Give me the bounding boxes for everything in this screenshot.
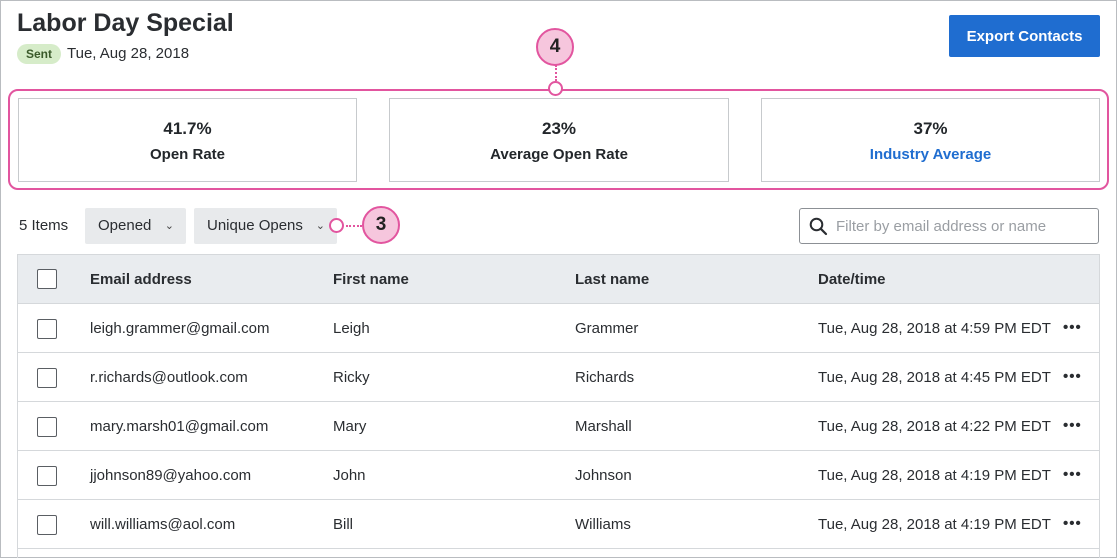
cell-date-time: Tue, Aug 28, 2018 at 4:19 PM EDT	[818, 467, 1051, 484]
cell-last-name: Marshall	[575, 418, 632, 435]
industry-average-link[interactable]: Industry Average	[762, 146, 1099, 163]
column-header-email[interactable]: Email address	[90, 271, 192, 288]
status-badge: Sent	[17, 44, 62, 64]
dropdown-label: Opened	[98, 217, 152, 234]
more-actions-icon[interactable]: •••	[1063, 466, 1082, 483]
stat-value: 37%	[913, 119, 948, 138]
cell-last-name: Williams	[575, 516, 631, 533]
table-row: mary.marsh01@gmail.com Mary Marshall Tue…	[18, 402, 1099, 451]
callout-connector	[555, 65, 557, 81]
opened-filter-dropdown[interactable]: Opened ⌄	[85, 208, 186, 244]
more-actions-icon[interactable]: •••	[1063, 319, 1082, 336]
more-actions-icon[interactable]: •••	[1063, 417, 1082, 434]
table-row: r.richards@outlook.com Ricky Richards Tu…	[18, 353, 1099, 402]
row-checkbox[interactable]	[37, 417, 57, 437]
cell-email: leigh.grammer@gmail.com	[90, 320, 270, 337]
more-actions-icon[interactable]: •••	[1063, 515, 1082, 532]
cell-email: mary.marsh01@gmail.com	[90, 418, 269, 435]
items-count: 5 Items	[19, 217, 69, 234]
cell-date-time: Tue, Aug 28, 2018 at 4:45 PM EDT	[818, 369, 1051, 386]
callout-connector	[346, 225, 362, 227]
column-header-date-time[interactable]: Date/time	[818, 271, 886, 288]
contacts-table: Email address First name Last name Date/…	[17, 254, 1100, 558]
row-checkbox[interactable]	[37, 466, 57, 486]
cell-email: jjohnson89@yahoo.com	[90, 467, 252, 484]
column-header-last-name[interactable]: Last name	[575, 271, 649, 288]
stat-label: Open Rate	[149, 146, 225, 163]
cell-date-time: Tue, Aug 28, 2018 at 4:22 PM EDT	[818, 418, 1051, 435]
cell-first-name: Mary	[333, 418, 367, 435]
cell-date-time: Tue, Aug 28, 2018 at 4:59 PM EDT	[818, 320, 1051, 337]
chevron-down-icon: ⌄	[164, 220, 174, 232]
more-actions-icon[interactable]: •••	[1063, 368, 1082, 385]
search-box[interactable]	[799, 208, 1099, 244]
row-checkbox[interactable]	[37, 368, 57, 388]
column-header-first-name[interactable]: First name	[333, 271, 409, 288]
stat-value: 23%	[541, 119, 577, 138]
export-contacts-button[interactable]: Export Contacts	[949, 15, 1100, 57]
table-header: Email address First name Last name Date/…	[18, 255, 1099, 304]
callout-marker-3: 3	[362, 206, 400, 244]
stat-average-open-rate: 23% Average Open Rate	[389, 98, 729, 182]
table-row: will.williams@aol.com Bill Williams Tue,…	[18, 500, 1099, 549]
unique-opens-dropdown[interactable]: Unique Opens ⌄	[194, 208, 337, 244]
cell-email: will.williams@aol.com	[90, 516, 236, 533]
cell-date-time: Tue, Aug 28, 2018 at 4:19 PM EDT	[818, 516, 1051, 533]
cell-last-name: Grammer	[575, 320, 639, 337]
search-icon	[809, 217, 828, 236]
page-title: Labor Day Special	[17, 9, 234, 37]
chevron-down-icon: ⌄	[315, 220, 325, 232]
dropdown-label: Unique Opens	[207, 217, 303, 234]
cell-last-name: Richards	[575, 369, 635, 386]
row-checkbox[interactable]	[37, 319, 57, 339]
row-checkbox[interactable]	[37, 515, 57, 535]
cell-first-name: Ricky	[333, 369, 370, 386]
search-input[interactable]	[836, 216, 1086, 236]
stat-value: 41.7%	[163, 119, 212, 138]
cell-first-name: Bill	[333, 516, 354, 533]
cell-first-name: John	[333, 467, 366, 484]
stat-label: Average Open Rate	[490, 146, 628, 163]
stat-open-rate: 41.7% Open Rate	[18, 98, 357, 182]
select-all-checkbox[interactable]	[37, 269, 57, 289]
table-row: jjohnson89@yahoo.com John Johnson Tue, A…	[18, 451, 1099, 500]
stat-industry-average: 37% Industry Average	[761, 98, 1100, 182]
callout-marker-4: 4	[536, 28, 574, 66]
sent-date: Tue, Aug 28, 2018	[67, 45, 190, 62]
callout-anchor-dot	[329, 218, 344, 233]
callout-anchor-dot	[548, 81, 563, 96]
cell-email: r.richards@outlook.com	[90, 369, 248, 386]
cell-last-name: Johnson	[575, 467, 632, 484]
table-row: leigh.grammer@gmail.com Leigh Grammer Tu…	[18, 304, 1099, 353]
cell-first-name: Leigh	[333, 320, 370, 337]
